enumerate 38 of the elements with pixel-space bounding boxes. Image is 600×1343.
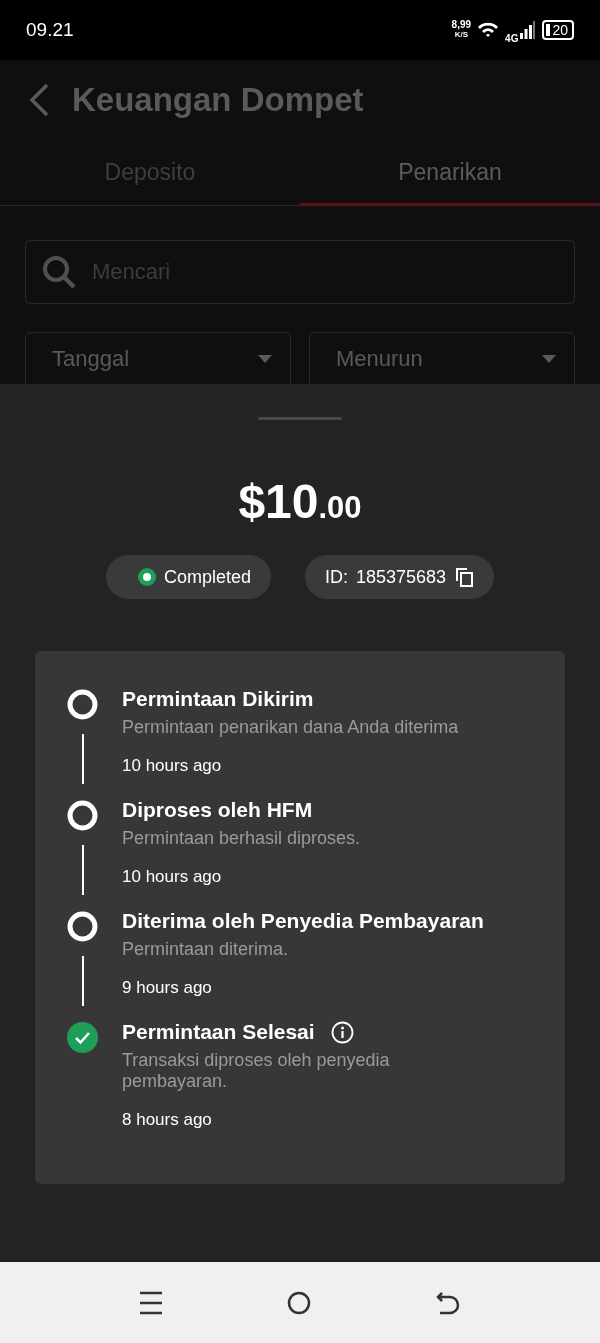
- step-title: Permintaan Dikirim: [122, 687, 314, 711]
- step-title: Diproses oleh HFM: [122, 798, 313, 822]
- amount: $10.00: [238, 474, 362, 529]
- copy-icon[interactable]: [454, 567, 475, 587]
- step-description: Permintaan diterima.: [122, 939, 290, 960]
- info-icon[interactable]: [330, 1020, 354, 1044]
- drag-handle[interactable]: [258, 417, 342, 420]
- step-time: 10 hours ago: [122, 756, 223, 776]
- network-speed: 8,99 K/S: [451, 20, 472, 40]
- status-dot: [137, 568, 156, 586]
- check-icon: [67, 1022, 98, 1053]
- caret-icon: [258, 355, 272, 363]
- back-icon[interactable]: [436, 1290, 460, 1315]
- caret-icon: [542, 355, 556, 363]
- step-time: 10 hours ago: [122, 867, 223, 887]
- tab[interactable]: Penarikan: [300, 150, 600, 206]
- status-time: 09.21: [26, 19, 74, 41]
- status-text: Completed: [163, 566, 251, 588]
- step-title: Permintaan Selesai: [122, 1020, 315, 1044]
- step-title: Diterima oleh Penyedia Pembayaran: [122, 909, 484, 933]
- step-description: Permintaan berhasil diproses.: [122, 828, 362, 849]
- wifi-icon: [477, 21, 500, 39]
- search-icon: [41, 254, 77, 290]
- step-circle-icon: [67, 800, 98, 831]
- step-description: Transaksi diproses oleh penyedia pembayaran.: [122, 1050, 391, 1092]
- step-description: Permintaan penarikan dana Anda diterima: [122, 717, 460, 738]
- step-circle-icon: [67, 911, 98, 942]
- step-time: 8 hours ago: [122, 1110, 213, 1130]
- id-label: ID:: [324, 566, 348, 588]
- id-value: 185375683: [355, 566, 447, 588]
- menu-icon[interactable]: [140, 1290, 162, 1315]
- home-icon[interactable]: [287, 1290, 311, 1315]
- battery-indicator: 20: [542, 20, 574, 40]
- signal-icon: [520, 21, 537, 39]
- step-circle-icon: [67, 689, 98, 720]
- network-type: 4G: [505, 32, 519, 44]
- step-time: 9 hours ago: [122, 978, 213, 998]
- page-title: Keuangan Dompet: [72, 81, 364, 119]
